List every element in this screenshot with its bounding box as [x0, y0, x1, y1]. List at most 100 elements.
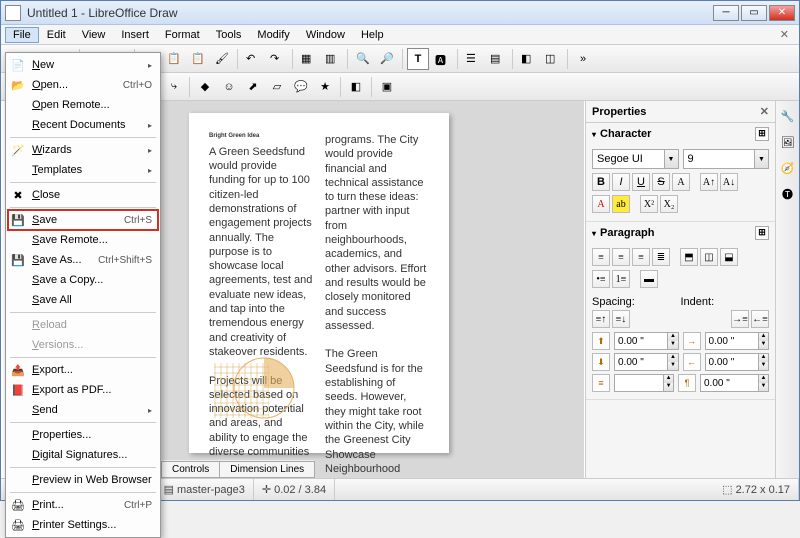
align-justify-button[interactable]: ≣ — [652, 248, 670, 266]
file-menu-digital-signatures-[interactable]: Digital Signatures... — [8, 445, 158, 465]
basic-shapes-tool[interactable]: ◆ — [194, 76, 216, 98]
numbering-button[interactable]: 1≡ — [612, 270, 630, 288]
file-menu-save-remote-[interactable]: Save Remote... — [8, 230, 158, 250]
align-button[interactable]: ☰ — [462, 48, 484, 70]
grid-button[interactable]: ▦ — [297, 48, 319, 70]
menu-insert[interactable]: Insert — [113, 27, 157, 43]
redo-button[interactable]: ↷ — [266, 48, 288, 70]
file-menu-save-a-copy-[interactable]: Save a Copy... — [8, 270, 158, 290]
connector-tool[interactable]: ⤷ — [163, 76, 185, 98]
undo-button[interactable]: ↶ — [242, 48, 264, 70]
callout-tool[interactable]: 💬 — [290, 76, 312, 98]
superscript-button[interactable]: X² — [640, 195, 658, 213]
align-center-button[interactable]: ≡ — [612, 248, 630, 266]
highlight-button[interactable]: ab — [612, 195, 630, 213]
copy-button[interactable]: 📋 — [163, 48, 185, 70]
inc-indent-button[interactable]: →≡ — [731, 310, 749, 328]
menu-window[interactable]: Window — [298, 27, 353, 43]
file-menu-save[interactable]: 💾SaveCtrl+S — [8, 210, 158, 230]
more-button[interactable]: » — [572, 48, 594, 70]
valign-mid-button[interactable]: ◫ — [700, 248, 718, 266]
flowchart-tool[interactable]: ▱ — [266, 76, 288, 98]
after-indent-input[interactable]: ▲▼ — [705, 353, 770, 371]
tab-controls[interactable]: Controls — [161, 461, 220, 478]
align-left-button[interactable]: ≡ — [592, 248, 610, 266]
crop-button[interactable]: ◫ — [541, 48, 563, 70]
menu-modify[interactable]: Modify — [249, 27, 297, 43]
file-menu-close[interactable]: ✖Close — [8, 185, 158, 205]
file-menu-recent-documents[interactable]: Recent Documents▸ — [8, 115, 158, 135]
font-size-combo[interactable]: 9 ▼ — [683, 149, 770, 169]
styles-tab[interactable]: 🅣 — [777, 183, 799, 205]
tab-dimension-lines[interactable]: Dimension Lines — [219, 461, 315, 478]
format-paintbrush-button[interactable]: 🖌 — [211, 48, 233, 70]
navigator-tab[interactable]: 🧭 — [777, 157, 799, 179]
font-color-button[interactable]: A — [592, 195, 610, 213]
text-tool-button[interactable]: T — [407, 48, 429, 70]
valign-top-button[interactable]: ⬒ — [680, 248, 698, 266]
minimize-button[interactable]: ─ — [713, 5, 739, 21]
paragraph-section-header[interactable]: ▾ Paragraph ⊞ — [586, 222, 775, 244]
more-options-button[interactable]: ⊞ — [755, 226, 769, 240]
file-menu-preview-in-web-browser[interactable]: Preview in Web Browser — [8, 470, 158, 490]
menu-view[interactable]: View — [74, 27, 114, 43]
subscript-button[interactable]: X₂ — [660, 195, 678, 213]
close-panel-icon[interactable]: ✕ — [760, 105, 769, 118]
bullets-button[interactable]: •≡ — [592, 270, 610, 288]
star-tool[interactable]: ★ — [314, 76, 336, 98]
font-name-combo[interactable]: Segoe UI ▼ — [592, 149, 679, 169]
above-spacing-input[interactable]: ▲▼ — [614, 332, 679, 350]
shrink-font-button[interactable]: A↓ — [720, 173, 738, 191]
italic-button[interactable]: I — [612, 173, 630, 191]
arrange-button[interactable]: ▤ — [486, 48, 508, 70]
paste-button[interactable]: 📋 — [187, 48, 209, 70]
menu-tools[interactable]: Tools — [208, 27, 250, 43]
close-button[interactable]: ✕ — [769, 5, 795, 21]
file-menu-properties-[interactable]: Properties... — [8, 425, 158, 445]
file-menu-send[interactable]: Send▸ — [8, 400, 158, 420]
before-indent-input[interactable]: ▲▼ — [705, 332, 770, 350]
menubar-close-icon[interactable]: ✕ — [774, 26, 795, 43]
arrow-shapes-tool[interactable]: ⬈ — [242, 76, 264, 98]
file-menu-open-[interactable]: 📂Open...Ctrl+O — [8, 75, 158, 95]
dec-spacing-button[interactable]: ≡↓ — [612, 310, 630, 328]
firstline-indent-input[interactable]: ▲▼ — [700, 374, 769, 392]
bgcolor-button[interactable]: ▬ — [640, 270, 658, 288]
shadow-button[interactable]: ◧ — [517, 48, 539, 70]
menu-format[interactable]: Format — [157, 27, 208, 43]
underline-button[interactable]: U — [632, 173, 650, 191]
file-menu-export-as-pdf-[interactable]: 📕Export as PDF... — [8, 380, 158, 400]
file-menu-printer-settings-[interactable]: 🖨Printer Settings... — [8, 515, 158, 535]
gallery-tab[interactable]: 🖼 — [777, 131, 799, 153]
3d-tool[interactable]: ◧ — [345, 76, 367, 98]
status-master[interactable]: ▤master-page3 — [156, 479, 254, 500]
below-spacing-input[interactable]: ▲▼ — [614, 353, 679, 371]
page[interactable]: Bright Green Idea A Green Seedsfund woul… — [189, 113, 449, 453]
file-menu-open-remote-[interactable]: Open Remote... — [8, 95, 158, 115]
symbol-shapes-tool[interactable]: ☺ — [218, 76, 240, 98]
zoom-button[interactable]: 🔍 — [352, 48, 374, 70]
menu-edit[interactable]: Edit — [39, 27, 74, 43]
file-menu-export-[interactable]: 📤Export... — [8, 360, 158, 380]
more-options-button[interactable]: ⊞ — [755, 127, 769, 141]
dec-indent-button[interactable]: ←≡ — [751, 310, 769, 328]
fontwork-button[interactable]: 🅰 — [431, 48, 453, 70]
zoom100-button[interactable]: 🔎 — [376, 48, 398, 70]
maximize-button[interactable]: ▭ — [741, 5, 767, 21]
file-menu-save-all[interactable]: Save All — [8, 290, 158, 310]
menu-help[interactable]: Help — [353, 27, 392, 43]
shadow-text-button[interactable]: A — [672, 173, 690, 191]
bold-button[interactable]: B — [592, 173, 610, 191]
align-right-button[interactable]: ≡ — [632, 248, 650, 266]
file-menu-save-as-[interactable]: 💾Save As...Ctrl+Shift+S — [8, 250, 158, 270]
line-spacing-input[interactable]: ▲▼ — [614, 374, 674, 392]
menu-file[interactable]: File — [5, 27, 39, 43]
inc-spacing-button[interactable]: ≡↑ — [592, 310, 610, 328]
character-section-header[interactable]: ▾ Character ⊞ — [586, 123, 775, 145]
valign-bot-button[interactable]: ⬓ — [720, 248, 738, 266]
file-menu-wizards[interactable]: 🪄Wizards▸ — [8, 140, 158, 160]
toggle-extrusion[interactable]: ▣ — [376, 76, 398, 98]
file-menu-print-[interactable]: 🖨Print...Ctrl+P — [8, 495, 158, 515]
file-menu-templates[interactable]: Templates▸ — [8, 160, 158, 180]
file-menu-new[interactable]: 📄New▸ — [8, 55, 158, 75]
